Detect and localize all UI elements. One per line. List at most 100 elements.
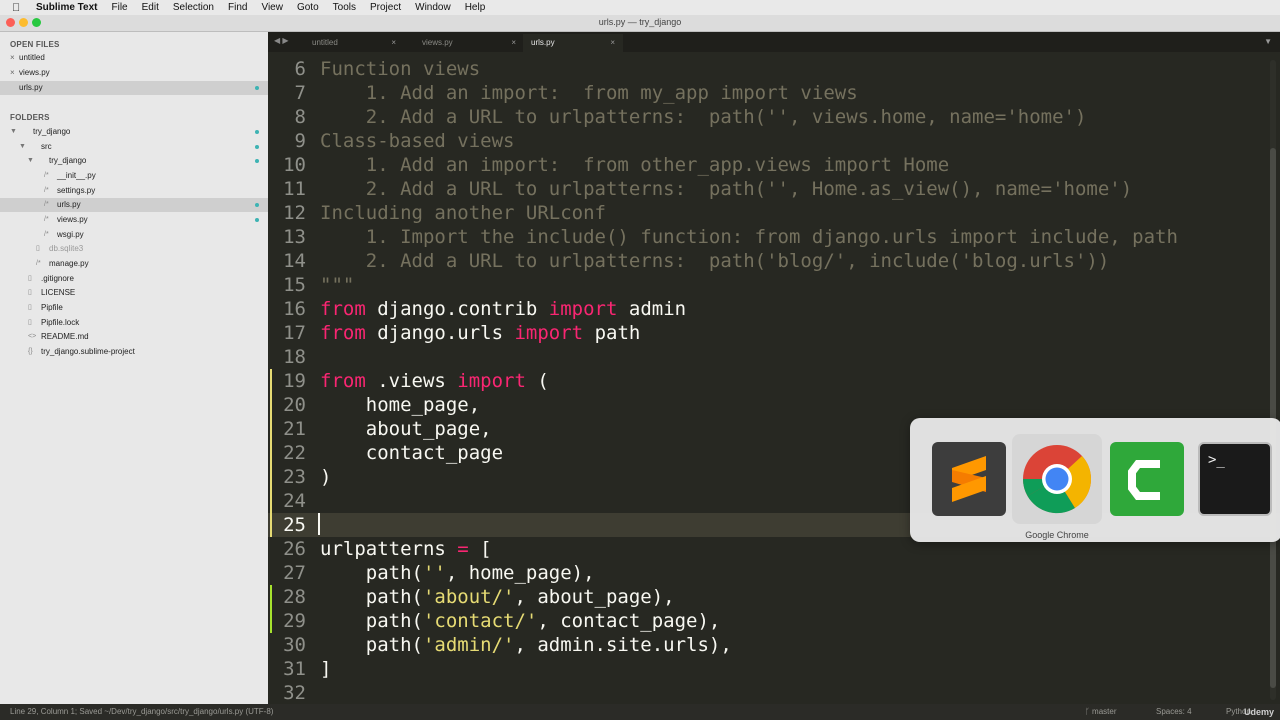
code-text: urlpatterns	[320, 538, 458, 560]
file-icon: ▯	[28, 289, 32, 296]
file-license[interactable]: ▯ LICENSE	[0, 286, 268, 300]
line-number: 29	[283, 610, 306, 632]
close-icon[interactable]: ×	[511, 34, 516, 52]
file-gitignore[interactable]: ▯ .gitignore	[0, 272, 268, 286]
file-icon: ▯	[28, 275, 32, 282]
tab-urls[interactable]: urls.py ×	[523, 34, 623, 52]
tab-untitled[interactable]: untitled ×	[304, 34, 404, 52]
folder-try-django-inner[interactable]: ▼ try_django	[0, 154, 268, 168]
code-line: 20 home_page,	[268, 393, 1280, 417]
close-icon[interactable]: ×	[610, 34, 615, 52]
tree-item-label: settings.py	[57, 186, 96, 195]
keyword: import	[514, 322, 584, 344]
menu-help[interactable]: Help	[465, 2, 486, 13]
terminal-app-icon[interactable]: >_	[1198, 442, 1272, 516]
line-number: 20	[283, 394, 306, 416]
code-line: 29 path('contact/', contact_page),	[268, 609, 1280, 633]
code-line: 28 path('about/', about_page),	[268, 585, 1280, 609]
modified-dot-icon	[255, 159, 259, 163]
folder-try-django-root[interactable]: ▼ try_django	[0, 125, 268, 139]
code-text: about_page,	[320, 418, 492, 440]
tree-item-label: LICENSE	[41, 288, 76, 297]
file-init[interactable]: /* __init__.py	[0, 169, 268, 183]
code-line: 31]	[268, 657, 1280, 681]
code-line: 14 2. Add a URL to urlpatterns: path('bl…	[268, 249, 1280, 273]
string-literal: ''	[422, 562, 446, 584]
tree-item-label: try_django.sublime-project	[41, 347, 135, 356]
code-text: Class-based views	[320, 130, 515, 152]
file-sublime-project[interactable]: {} try_django.sublime-project	[0, 345, 268, 359]
file-manage[interactable]: /* manage.py	[0, 257, 268, 271]
file-pipfile[interactable]: ▯ Pipfile	[0, 301, 268, 315]
tree-item-label: try_django	[49, 156, 87, 165]
file-readme[interactable]: <> README.md	[0, 330, 268, 344]
menubar-app-name[interactable]: Sublime Text	[36, 2, 98, 13]
menu-tools[interactable]: Tools	[333, 2, 356, 13]
line-number: 17	[283, 322, 306, 344]
line-number: 25	[283, 514, 306, 536]
line-number: 31	[283, 658, 306, 680]
code-text: 1. Import the include() function: from d…	[320, 226, 1178, 248]
menu-project[interactable]: Project	[370, 2, 401, 13]
tree-item-label: wsgi.py	[57, 230, 84, 239]
code-text: path(	[320, 586, 423, 608]
menu-goto[interactable]: Goto	[297, 2, 319, 13]
open-file-views[interactable]: × views.py	[0, 66, 268, 80]
string-literal: 'contact/'	[422, 610, 538, 632]
file-wsgi[interactable]: /* wsgi.py	[0, 228, 268, 242]
code-text: path(	[320, 634, 423, 656]
line-number: 18	[283, 346, 306, 368]
chevron-down-icon[interactable]: ▼	[1264, 37, 1272, 46]
editor-scrollbar[interactable]	[1270, 60, 1276, 700]
line-number: 19	[283, 370, 306, 392]
apple-icon[interactable]: 	[12, 2, 24, 14]
file-urls[interactable]: /* urls.py	[0, 198, 268, 212]
close-icon[interactable]: ×	[10, 51, 15, 65]
tree-item-label: src	[41, 142, 52, 151]
code-editor[interactable]: 6 Function views 7 1. Add an import: from…	[268, 52, 1280, 704]
menu-edit[interactable]: Edit	[142, 2, 159, 13]
code-text: 2. Add a URL to urlpatterns: path('', vi…	[320, 106, 1087, 128]
menu-find[interactable]: Find	[228, 2, 247, 13]
file-pipfile-lock[interactable]: ▯ Pipfile.lock	[0, 316, 268, 330]
line-number: 6	[294, 58, 306, 80]
close-icon[interactable]: ×	[391, 34, 396, 52]
tab-views[interactable]: views.py ×	[414, 34, 524, 52]
file-views[interactable]: /* views.py	[0, 213, 268, 227]
code-line: 17 from django.urls import path	[268, 321, 1280, 345]
file-settings[interactable]: /* settings.py	[0, 184, 268, 198]
line-number: 10	[283, 154, 306, 176]
code-line: 8 2. Add a URL to urlpatterns: path('', …	[268, 105, 1280, 129]
open-file-urls[interactable]: urls.py	[0, 81, 268, 95]
code-text: path(	[320, 610, 423, 632]
git-branch-label: master	[1092, 707, 1117, 716]
string-literal: 'admin/'	[422, 634, 515, 656]
google-chrome-app-icon[interactable]	[1020, 442, 1094, 516]
udemy-watermark: Udemy	[1243, 707, 1274, 717]
indentation-setting[interactable]: Spaces: 4	[1156, 704, 1192, 720]
menu-file[interactable]: File	[112, 2, 128, 13]
camtasia-app-icon[interactable]	[1110, 442, 1184, 516]
line-number: 27	[283, 562, 306, 584]
markdown-file-icon: <>	[28, 333, 37, 340]
menu-window[interactable]: Window	[415, 2, 451, 13]
sublime-text-app-icon[interactable]	[932, 442, 1006, 516]
folder-src[interactable]: ▼ src	[0, 140, 268, 154]
menu-view[interactable]: View	[261, 2, 283, 13]
file-icon: ▯	[28, 319, 32, 326]
tree-item-label: urls.py	[57, 200, 81, 209]
sublime-logo-icon	[952, 456, 986, 502]
close-icon[interactable]: ×	[10, 66, 15, 80]
file-icon: /*	[44, 172, 49, 179]
code-line: 13 1. Import the include() function: fro…	[268, 225, 1280, 249]
menu-selection[interactable]: Selection	[173, 2, 214, 13]
open-file-untitled[interactable]: × untitled	[0, 51, 268, 65]
line-number: 11	[283, 178, 306, 200]
code-text: """	[320, 274, 355, 296]
line-number: 7	[294, 82, 306, 104]
tab-scroll-arrows-icon[interactable]: ◀ ▶	[274, 36, 289, 45]
macos-menubar:  Sublime Text File Edit Selection Find …	[0, 0, 1280, 16]
git-branch[interactable]: ᚴ master	[1085, 704, 1116, 720]
file-db-sqlite[interactable]: ▯ db.sqlite3	[0, 242, 268, 256]
line-number: 9	[294, 130, 306, 152]
